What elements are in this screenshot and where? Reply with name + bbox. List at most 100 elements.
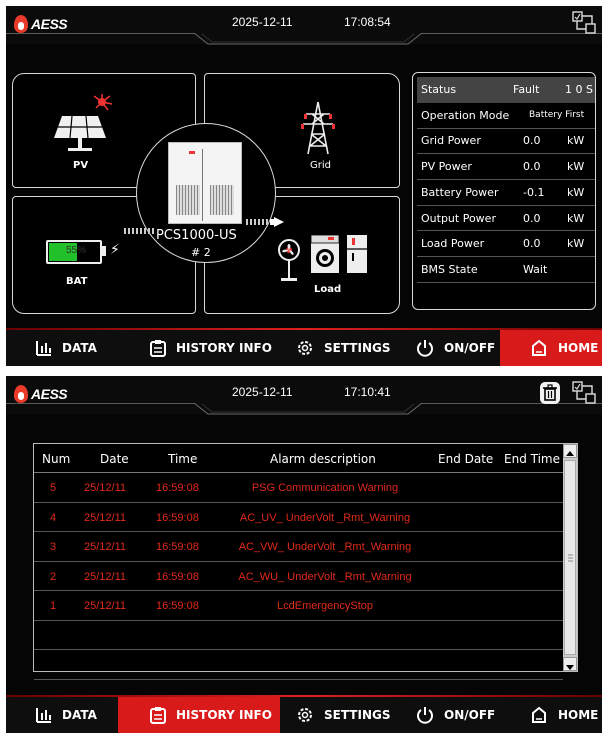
- status-row-label: PV Power: [421, 160, 472, 174]
- table-row[interactable]: 4 25/12/11 16:59:08 AC_UV_ UnderVolt _Rmt_W…: [34, 503, 563, 532]
- status-row-unit: kW: [567, 134, 585, 148]
- washer-icon: [310, 234, 340, 273]
- table-row[interactable]: 5 25/12/11 16:59:08 PSG Communication Warni…: [34, 473, 563, 503]
- header-date: 2025-12-11: [232, 385, 293, 399]
- cell-desc: PSG Communication Warning: [251, 482, 399, 494]
- nav-settings[interactable]: SETTINGS: [296, 697, 391, 733]
- cell-date: 25/12/11: [84, 482, 127, 494]
- charge-bolt-icon: ⚡: [110, 242, 120, 258]
- nav-home[interactable]: HOME: [530, 330, 598, 366]
- gear-icon: [298, 708, 312, 722]
- status-row-label: Battery Power: [421, 185, 499, 199]
- transmission-tower-icon: [301, 101, 335, 155]
- nav-onoff[interactable]: ON/OFF: [416, 330, 495, 366]
- status-row: Load Power 0.0 kW: [417, 232, 595, 257]
- status-row-value: Battery First: [529, 110, 585, 121]
- status-row-unit: kW: [567, 237, 585, 251]
- status-count: 1 0 S: [565, 83, 593, 97]
- battery-percent: 55%: [66, 245, 87, 256]
- cell-num: 4: [50, 511, 57, 524]
- status-row-label: Load Power: [421, 237, 485, 251]
- network-icon[interactable]: [572, 11, 596, 35]
- pv-label: PV: [73, 160, 89, 171]
- bat-label: BAT: [66, 276, 88, 287]
- header-bar: AESS 2025-12-11 17:10:41: [6, 376, 602, 415]
- table-scrollbar[interactable]: [563, 444, 577, 671]
- status-row-label: Output Power: [421, 211, 496, 225]
- bottom-nav: DATA HISTORY INFO SETTINGS ON/OFF HOME: [6, 328, 602, 366]
- nav-settings[interactable]: SETTINGS: [296, 330, 391, 366]
- scroll-down-button[interactable]: [563, 657, 577, 671]
- status-value: Fault: [513, 83, 540, 97]
- status-row-value: 0.0: [523, 134, 541, 148]
- alarm-history-table: Num Date Time Alarm description End Date…: [33, 443, 578, 680]
- chart-icon: [36, 708, 51, 723]
- logo-flame-icon: [14, 15, 28, 33]
- nav-home[interactable]: HOME: [530, 697, 598, 733]
- history-screen: AESS 2025-12-11 17:10:41 Num Date Time A…: [6, 376, 602, 733]
- status-row-value: 0.0: [523, 160, 541, 174]
- status-row: Grid Power 0.0 kW: [417, 129, 595, 155]
- cell-time: 16:59:08: [156, 511, 199, 524]
- fan-icon: [278, 239, 300, 281]
- cell-date: 25/12/11: [84, 600, 127, 612]
- nav-data[interactable]: DATA: [36, 697, 97, 733]
- brand-name: AESS: [31, 16, 68, 32]
- cell-num: 5: [50, 482, 57, 494]
- trash-icon[interactable]: [540, 382, 560, 404]
- status-row-value: 0.0: [523, 237, 541, 251]
- scroll-thumb[interactable]: [564, 460, 576, 655]
- status-row-unit: kW: [567, 160, 585, 174]
- scroll-up-button[interactable]: [563, 444, 577, 458]
- battery-terminal: [102, 246, 106, 256]
- status-row-unit: kW: [567, 185, 585, 199]
- status-label: Status: [421, 83, 457, 97]
- brand-logo: AESS: [14, 14, 68, 34]
- load-label: Load: [314, 284, 342, 295]
- col-num: Num: [42, 452, 71, 466]
- fridge-icon: [347, 235, 367, 273]
- status-header-row: Status Fault 1 0 S: [417, 77, 595, 103]
- header-tab-shape: [194, 403, 422, 415]
- status-row-value: Wait: [523, 262, 548, 276]
- power-icon: [417, 707, 433, 724]
- status-row: PV Power 0.0 kW: [417, 154, 595, 180]
- col-date: Date: [100, 452, 129, 466]
- clipboard-icon: [150, 340, 166, 357]
- nav-data-label: DATA: [62, 341, 97, 355]
- cell-desc: AC_VW_ UnderVolt _Rmt_Warning: [238, 541, 412, 553]
- col-alarm-description: Alarm description: [270, 452, 376, 466]
- home-screen: AESS 2025-12-11 17:08:54 PV Grid 55% ⚡ B…: [6, 6, 602, 366]
- status-row-value: 0.0: [523, 211, 541, 225]
- flow-arrow-right: [246, 217, 284, 227]
- status-row-unit: kW: [567, 211, 585, 225]
- cell-time: 16:59:08: [156, 570, 199, 583]
- status-row: Battery Power -0.1 kW: [417, 180, 595, 206]
- battery-icon: 55%: [46, 240, 102, 264]
- cell-time: 16:59:08: [156, 541, 199, 553]
- table-row[interactable]: 1 25/12/11 16:59:08 LcdEmergencyStop: [34, 591, 563, 621]
- status-row: Operation Mode Battery First: [417, 103, 595, 129]
- nav-data[interactable]: DATA: [36, 330, 97, 366]
- cell-date: 25/12/11: [84, 541, 127, 553]
- pcs-cabinet-icon: [168, 142, 242, 224]
- clipboard-icon: [150, 707, 166, 724]
- nav-onoff[interactable]: ON/OFF: [416, 697, 495, 733]
- status-row-value: -0.1: [523, 185, 545, 199]
- table-row[interactable]: [34, 621, 563, 650]
- table-row[interactable]: 2 25/12/11 16:59:08 AC_WU_ UnderVolt _Rmt_W…: [34, 562, 563, 591]
- status-row-label: BMS State: [421, 262, 478, 276]
- status-row-label: Grid Power: [421, 134, 481, 148]
- network-icon[interactable]: [572, 381, 596, 405]
- status-row-label: Operation Mode: [421, 108, 510, 122]
- nav-history-info[interactable]: HISTORY INFO: [150, 330, 272, 366]
- nav-history-info[interactable]: HISTORY INFO: [150, 697, 272, 733]
- brand-name: AESS: [31, 386, 68, 402]
- header-tab-shape: [194, 33, 422, 45]
- table-row[interactable]: 3 25/12/11 16:59:08 AC_VW_ UnderVolt _Rmt_W…: [34, 532, 563, 562]
- cell-date: 25/12/11: [84, 570, 127, 583]
- cell-desc: LcdEmergencyStop: [277, 600, 373, 612]
- table-row[interactable]: [34, 650, 563, 680]
- home-icon: [532, 706, 546, 723]
- nav-data-label: DATA: [62, 708, 97, 722]
